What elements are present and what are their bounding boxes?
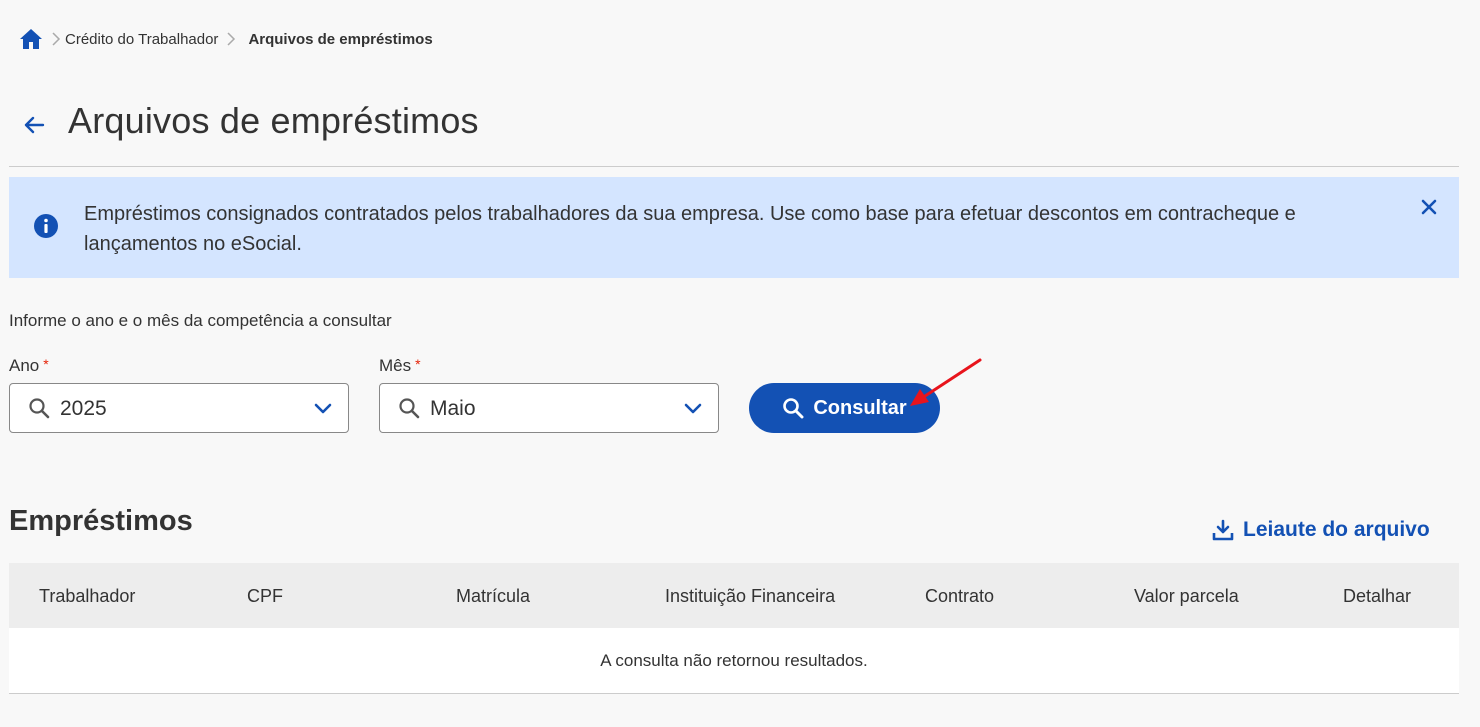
required-mark: * bbox=[43, 356, 49, 372]
breadcrumb-current: Arquivos de empréstimos bbox=[248, 30, 433, 48]
info-icon bbox=[33, 213, 59, 239]
leiaute-link[interactable]: Leiaute do arquivo bbox=[1212, 516, 1430, 544]
info-alert: Empréstimos consignados contratados pelo… bbox=[9, 177, 1459, 278]
month-label-text: Mês bbox=[379, 356, 412, 375]
breadcrumb-link-credito[interactable]: Crédito do Trabalhador bbox=[65, 31, 218, 48]
column-header-cpf[interactable]: CPF bbox=[247, 586, 283, 607]
page-header: Arquivos de empréstimos bbox=[9, 96, 1459, 167]
month-value: Maio bbox=[430, 397, 476, 420]
back-arrow-icon[interactable] bbox=[22, 113, 46, 137]
column-header-matricula[interactable]: Matrícula bbox=[456, 586, 530, 607]
form-instruction: Informe o ano e o mês da competência a c… bbox=[9, 311, 392, 330]
alert-message: Empréstimos consignados contratados pelo… bbox=[84, 203, 1296, 255]
month-select[interactable]: Maio bbox=[379, 383, 719, 433]
year-label: Ano * bbox=[9, 356, 49, 376]
close-icon[interactable] bbox=[1418, 196, 1440, 218]
table-empty-row: A consulta não retornou resultados. bbox=[9, 628, 1459, 694]
breadcrumb: Crédito do Trabalhador Arquivos de empré… bbox=[19, 26, 433, 52]
year-value: 2025 bbox=[60, 397, 107, 420]
page-title: Arquivos de empréstimos bbox=[68, 100, 479, 141]
leiaute-link-label: Leiaute do arquivo bbox=[1243, 518, 1430, 541]
empty-message: A consulta não retornou resultados. bbox=[600, 650, 868, 670]
column-header-instituicao[interactable]: Instituição Financeira bbox=[665, 586, 835, 607]
month-label: Mês * bbox=[379, 356, 421, 376]
home-icon[interactable] bbox=[19, 28, 43, 50]
chevron-down-icon[interactable] bbox=[684, 399, 702, 417]
year-select[interactable]: 2025 bbox=[9, 383, 349, 433]
section-title: Empréstimos bbox=[9, 505, 193, 537]
search-icon bbox=[782, 397, 804, 419]
table-header: Trabalhador CPF Matrícula Instituição Fi… bbox=[9, 563, 1459, 628]
chevron-right-icon bbox=[51, 32, 63, 46]
search-icon bbox=[28, 397, 50, 419]
chevron-right-icon bbox=[226, 32, 238, 46]
required-mark: * bbox=[415, 356, 421, 372]
chevron-down-icon[interactable] bbox=[314, 399, 332, 417]
column-header-trabalhador[interactable]: Trabalhador bbox=[39, 586, 135, 607]
column-header-contrato[interactable]: Contrato bbox=[925, 586, 994, 607]
download-icon bbox=[1212, 519, 1234, 541]
loans-table: Trabalhador CPF Matrícula Instituição Fi… bbox=[9, 563, 1459, 694]
year-label-text: Ano bbox=[9, 356, 40, 375]
search-icon bbox=[398, 397, 420, 419]
column-header-valor-parcela[interactable]: Valor parcela bbox=[1134, 586, 1239, 607]
consultar-button[interactable]: Consultar bbox=[749, 383, 940, 433]
column-header-detalhar: Detalhar bbox=[1343, 586, 1412, 606]
consultar-label: Consultar bbox=[813, 396, 907, 419]
